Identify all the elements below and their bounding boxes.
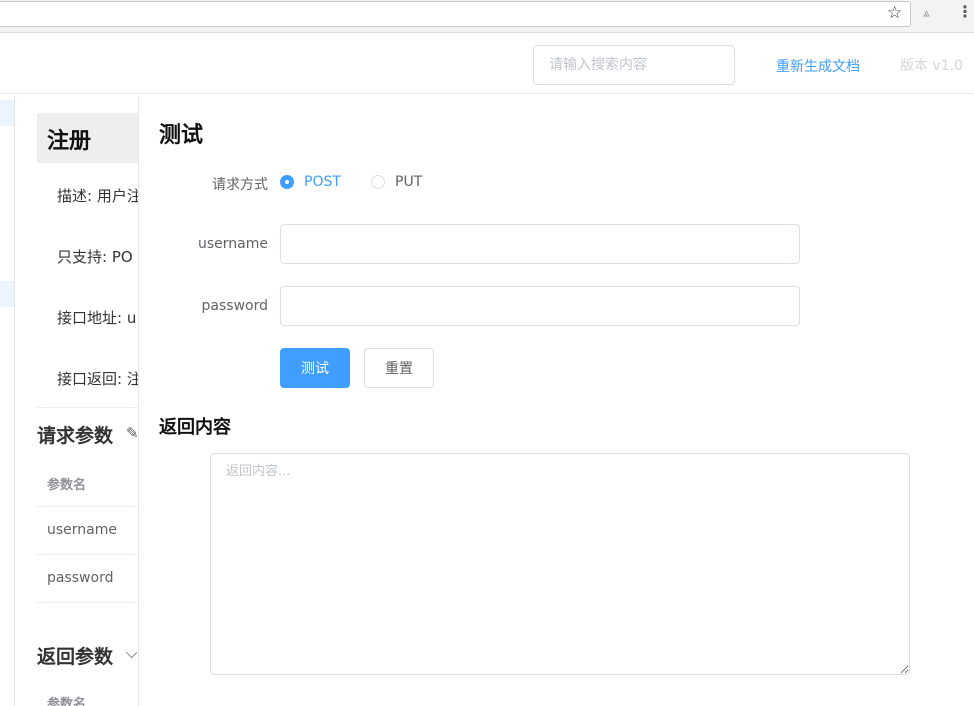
divider [37,554,138,555]
password-field[interactable] [280,286,800,326]
method-label: 请求方式 [212,177,268,193]
version-label: 版本 v1.0 [900,58,963,74]
request-params-heading: 请求参数 [37,425,114,447]
radio-label: POST [304,174,341,190]
api-returns: 接口返回: 注 [57,370,138,388]
edit-icon[interactable]: ✎ [126,424,138,442]
table-header-param-name: 参数名 [47,478,87,493]
divider [37,506,138,507]
search-input[interactable] [533,45,735,85]
response-textarea[interactable] [210,453,910,675]
app-header: 重新生成文档 版本 v1.0 [0,34,974,94]
radio-put[interactable]: PUT [371,174,422,190]
password-label: password [201,298,268,314]
response-title: 返回内容 [159,417,231,438]
radio-dot[interactable] [371,175,385,189]
address-bar[interactable] [0,1,911,27]
divider [37,407,138,408]
sidebar-item-active[interactable] [0,100,14,126]
username-label: username [198,236,268,252]
extension-icon[interactable]: ⩓ [923,6,930,21]
browser-toolbar: ☆ ⩓ ⋮ [0,0,974,33]
table-row: password [47,570,114,586]
response-params-heading: 返回参数 [37,646,114,668]
table-header-param-name: 参数名 [47,697,87,706]
bookmark-star-icon[interactable]: ☆ [887,4,902,22]
divider [37,602,138,603]
radio-dot[interactable] [280,175,294,189]
chevron-down-icon[interactable]: ⌵ [126,644,137,662]
api-title: 注册 [37,113,138,163]
regenerate-docs-link[interactable]: 重新生成文档 [776,56,860,76]
reset-button[interactable]: 重置 [364,348,434,388]
test-panel: 测试 请求方式 POST PUT username password 测试 重置… [138,95,974,706]
sidebar [0,95,15,706]
api-supported-methods: 只支持: PO [57,248,133,266]
radio-post[interactable]: POST [280,174,341,190]
radio-label: PUT [395,174,423,190]
test-button[interactable]: 测试 [280,348,350,388]
api-description: 描述: 用户注 [57,187,138,205]
username-field[interactable] [280,224,800,264]
table-row: username [47,522,117,538]
sidebar-item-active[interactable] [0,281,14,307]
test-panel-title: 测试 [159,123,204,148]
api-address: 接口地址: u [57,309,137,327]
browser-menu-icon[interactable]: ⋮ [957,3,973,21]
api-doc-column: 注册 描述: 用户注 只支持: PO 接口地址: u 接口返回: 注 请求参数 … [16,95,138,706]
